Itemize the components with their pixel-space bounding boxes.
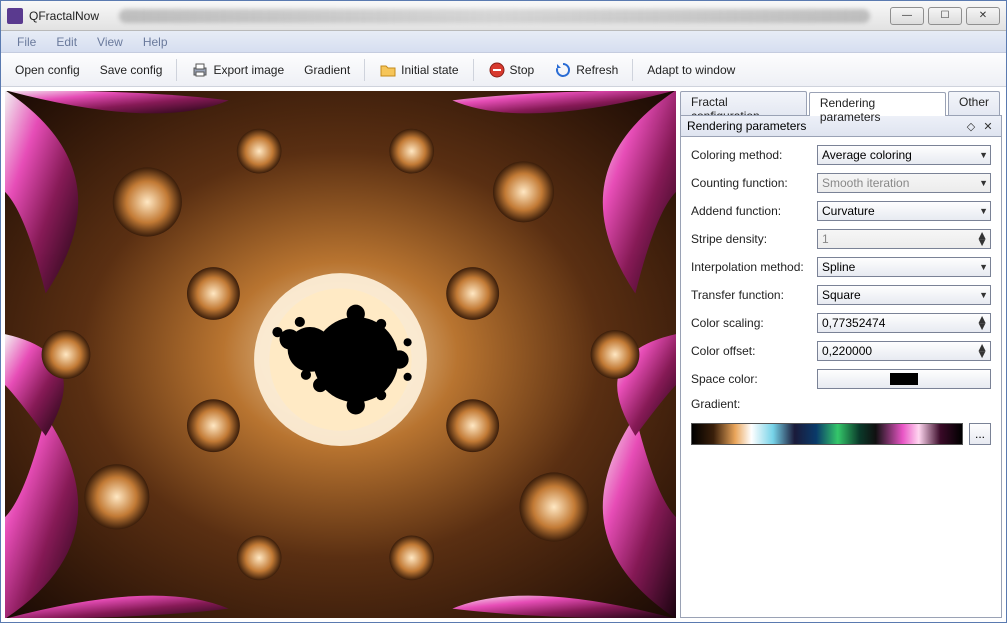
menubar: File Edit View Help	[1, 31, 1006, 53]
addend-function-combobox[interactable]: Curvature▼	[817, 201, 991, 221]
tab-other[interactable]: Other	[948, 91, 1000, 115]
folder-icon	[379, 61, 397, 79]
color-offset-spinbox[interactable]: 0,220000▲▼	[817, 341, 991, 361]
separator	[176, 59, 177, 81]
save-config-button[interactable]: Save config	[92, 59, 171, 81]
gradient-preview[interactable]	[691, 423, 963, 445]
menu-edit[interactable]: Edit	[46, 33, 87, 51]
transfer-function-combobox[interactable]: Square▼	[817, 285, 991, 305]
counting-function-combobox: Smooth iteration▼	[817, 173, 991, 193]
side-panel: Fractal configuration Rendering paramete…	[680, 91, 1002, 618]
chevron-down-icon: ▼	[979, 178, 988, 188]
coloring-method-label: Coloring method:	[691, 148, 809, 162]
panel-title-text: Rendering parameters	[687, 119, 806, 133]
refresh-icon	[554, 61, 572, 79]
chevron-down-icon: ▼	[979, 206, 988, 216]
spin-arrows-icon[interactable]: ▲▼	[976, 316, 988, 330]
close-panel-icon[interactable]: ✕	[981, 119, 995, 133]
tab-rendering-parameters[interactable]: Rendering parameters	[809, 92, 946, 116]
stripe-density-label: Stripe density:	[691, 232, 809, 246]
initial-state-button[interactable]: Initial state	[371, 57, 466, 83]
space-color-label: Space color:	[691, 372, 809, 386]
chevron-down-icon: ▼	[979, 262, 988, 272]
stop-button[interactable]: Stop	[480, 57, 543, 83]
color-offset-label: Color offset:	[691, 344, 809, 358]
fractal-viewer[interactable]	[5, 91, 676, 618]
close-button[interactable]: ✕	[966, 7, 1000, 25]
stop-icon	[488, 61, 506, 79]
gradient-edit-button[interactable]: ...	[969, 423, 991, 445]
refresh-button[interactable]: Refresh	[546, 57, 626, 83]
titlebar: QFractalNow — ☐ ✕	[1, 1, 1006, 31]
transfer-function-label: Transfer function:	[691, 288, 809, 302]
adapt-to-window-button[interactable]: Adapt to window	[639, 59, 743, 81]
spin-arrows-icon[interactable]: ▲▼	[976, 344, 988, 358]
panel-body: Coloring method: Average coloring▼ Count…	[680, 137, 1002, 618]
color-swatch	[890, 373, 918, 385]
color-scaling-spinbox[interactable]: 0,77352474▲▼	[817, 313, 991, 333]
space-color-button[interactable]	[817, 369, 991, 389]
titlebar-blur	[119, 9, 870, 23]
separator	[632, 59, 633, 81]
gradient-button[interactable]: Gradient	[296, 59, 358, 81]
minimize-button[interactable]: —	[890, 7, 924, 25]
separator	[364, 59, 365, 81]
gradient-label: Gradient:	[691, 397, 809, 411]
interpolation-method-combobox[interactable]: Spline▼	[817, 257, 991, 277]
content-area: Fractal configuration Rendering paramete…	[1, 87, 1006, 622]
addend-function-label: Addend function:	[691, 204, 809, 218]
counting-function-label: Counting function:	[691, 176, 809, 190]
open-config-button[interactable]: Open config	[7, 59, 88, 81]
undock-icon[interactable]: ◇	[964, 119, 978, 133]
window-title: QFractalNow	[29, 9, 99, 23]
interpolation-method-label: Interpolation method:	[691, 260, 809, 274]
tab-fractal-configuration[interactable]: Fractal configuration	[680, 91, 807, 115]
spin-arrows-icon: ▲▼	[976, 232, 988, 246]
maximize-button[interactable]: ☐	[928, 7, 962, 25]
export-image-button[interactable]: Export image	[183, 57, 292, 83]
menu-view[interactable]: View	[87, 33, 133, 51]
stripe-density-spinbox: 1▲▼	[817, 229, 991, 249]
chevron-down-icon: ▼	[979, 290, 988, 300]
coloring-method-combobox[interactable]: Average coloring▼	[817, 145, 991, 165]
menu-help[interactable]: Help	[133, 33, 178, 51]
printer-icon	[191, 61, 209, 79]
menu-file[interactable]: File	[7, 33, 46, 51]
chevron-down-icon: ▼	[979, 150, 988, 160]
toolbar: Open config Save config Export image Gra…	[1, 53, 1006, 87]
main-window: QFractalNow — ☐ ✕ File Edit View Help Op…	[0, 0, 1007, 623]
tab-bar: Fractal configuration Rendering paramete…	[680, 91, 1002, 115]
app-icon	[7, 8, 23, 24]
separator	[473, 59, 474, 81]
color-scaling-label: Color scaling:	[691, 316, 809, 330]
